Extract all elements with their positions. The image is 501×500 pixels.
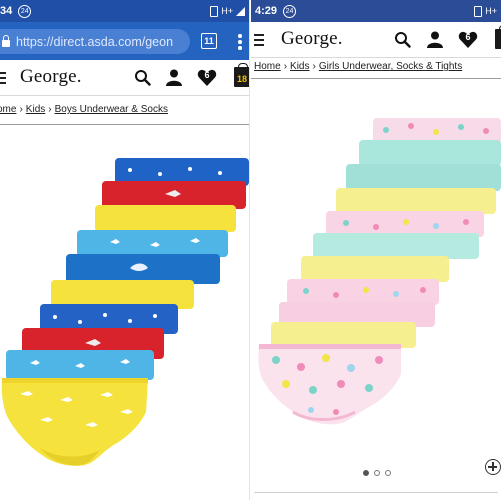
lock-icon: [2, 35, 10, 47]
right-screen: 4:29 24 H+ George. 6 Home › Kids › Girls…: [251, 0, 501, 500]
status-time: 34: [0, 5, 13, 17]
george-logo[interactable]: George.: [281, 28, 343, 50]
network-type: H+: [221, 6, 233, 16]
browser-menu-icon[interactable]: [238, 34, 242, 50]
carousel-dot[interactable]: [385, 470, 391, 476]
left-screen: 34 24 H+ https://direct.asda.com/geon 11…: [0, 0, 250, 500]
breadcrumb: Home › Kids › Girls Underwear, Socks & Tight…: [254, 61, 463, 72]
breadcrumb: ome›Kids›Boys Underwear & Socks: [0, 104, 168, 115]
divider: [0, 124, 249, 125]
product-image[interactable]: [251, 112, 501, 432]
status-time: 4:29: [255, 5, 278, 17]
brief-5: [66, 254, 220, 284]
bag-icon[interactable]: 18: [234, 63, 249, 87]
carousel-dots: [363, 470, 391, 476]
brief-7: [301, 256, 449, 282]
brief-4: [77, 230, 228, 257]
breadcrumb-kids[interactable]: Kids: [290, 61, 309, 72]
account-icon[interactable]: [427, 31, 443, 48]
zoom-in-icon[interactable]: [485, 459, 501, 475]
brief-2: [359, 140, 501, 166]
site-header: George. 6: [251, 22, 501, 58]
site-header: George. 6 18: [0, 60, 249, 96]
status-bar: 4:29 24 H+: [251, 0, 501, 22]
breadcrumb-category[interactable]: Girls Underwear, Socks & Tights: [319, 61, 462, 72]
carousel-dot[interactable]: [363, 470, 369, 476]
bag-icon[interactable]: [495, 25, 501, 49]
george-logo[interactable]: George.: [20, 66, 82, 88]
divider: [251, 78, 501, 79]
url-text: https://direct.asda.com/geon: [16, 34, 174, 49]
brief-3: [95, 205, 236, 232]
address-bar[interactable]: https://direct.asda.com/geon: [0, 29, 190, 54]
breadcrumb-home[interactable]: Home: [254, 61, 281, 72]
wishlist-icon[interactable]: 6: [458, 30, 478, 50]
brief-3: [346, 164, 501, 191]
status-bar: 34 24 H+: [0, 0, 249, 22]
breadcrumb-category[interactable]: Boys Underwear & Socks: [55, 104, 168, 115]
bag-count: 18: [236, 74, 247, 84]
brief-front: [1, 378, 148, 466]
brief-4: [336, 188, 496, 214]
carousel-dot[interactable]: [374, 470, 380, 476]
breadcrumb-kids[interactable]: Kids: [26, 104, 45, 115]
signal-icon: [236, 6, 245, 16]
vibrate-icon: [210, 5, 219, 17]
divider: [254, 492, 498, 493]
breadcrumb-home[interactable]: ome: [0, 104, 16, 115]
brief-8: [287, 279, 439, 305]
search-icon[interactable]: [134, 69, 151, 86]
menu-icon[interactable]: [0, 72, 6, 87]
account-icon[interactable]: [166, 69, 182, 86]
brief-6: [313, 233, 479, 259]
screenshot-composite: 34 24 H+ https://direct.asda.com/geon 11…: [0, 0, 501, 500]
wishlist-icon[interactable]: 6: [197, 68, 217, 88]
product-image[interactable]: [0, 150, 250, 475]
wishlist-count: 6: [465, 32, 471, 42]
search-icon[interactable]: [394, 31, 411, 48]
brief-9: [6, 350, 154, 380]
tab-switcher-button[interactable]: 11: [201, 33, 217, 49]
network-type: H+: [485, 6, 497, 16]
wishlist-count: 6: [204, 70, 210, 80]
notification-icon: 24: [283, 4, 297, 18]
brief-front: [258, 344, 401, 425]
notification-icon: 24: [18, 4, 32, 18]
browser-toolbar: https://direct.asda.com/geon 11: [0, 22, 249, 60]
vibrate-icon: [474, 5, 483, 17]
menu-icon[interactable]: [254, 34, 264, 49]
